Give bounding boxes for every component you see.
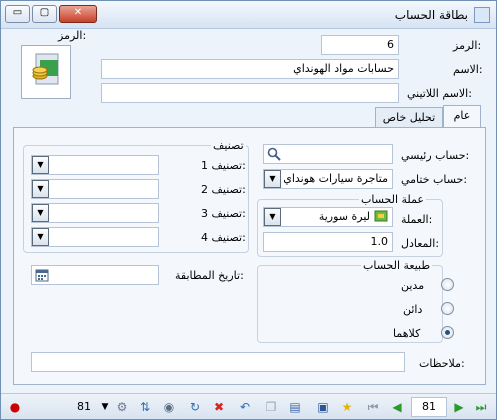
final-account-dropdown-button[interactable]: ▼ [264, 170, 281, 188]
classification-1-combo[interactable] [31, 155, 159, 175]
notes-field[interactable] [31, 352, 405, 372]
account-picture[interactable] [21, 45, 71, 99]
final-account-combo[interactable]: متاجرة سيارات هونداي [263, 169, 393, 189]
view-icon[interactable]: ◉ [161, 399, 177, 415]
classification-4-label: تصنيف 4: [201, 231, 246, 244]
sort-icon[interactable]: ⇅ [137, 399, 153, 415]
navigation-bar: ● 81 ▼ ⚙ ⇅ ◉ ↻ ✖ ↶ ❐ ▤ ▣ ★ ⏮ ◀ 81 ▶ ⏭ [1, 393, 496, 419]
close-button[interactable]: ✕ [59, 5, 97, 23]
match-date-label: تاريخ المطابقة: [175, 269, 244, 282]
money-icon [32, 53, 59, 85]
code-field[interactable]: 6 [321, 35, 399, 55]
nature-both-label: كلاهما [393, 327, 421, 340]
classification-1-label: تصنيف 1: [201, 159, 246, 172]
refresh-icon[interactable]: ↻ [187, 399, 203, 415]
code-label: الرمز: [453, 39, 482, 52]
name-label: الاسم: [453, 63, 483, 76]
classification-title: تصنيف [211, 139, 246, 152]
nature-both-radio[interactable] [441, 326, 454, 339]
rate-field[interactable]: 1.0 [263, 232, 393, 252]
error-icon: ● [9, 400, 21, 414]
classification-4-combo[interactable] [31, 227, 159, 247]
name-field[interactable]: حسابات مواد الهونداي [101, 59, 399, 79]
nature-credit-label: دائن [403, 303, 423, 316]
save-icon[interactable]: ▣ [315, 399, 331, 415]
classification-1-dropdown-button[interactable]: ▼ [32, 156, 49, 174]
first-record-icon[interactable]: ⏮ [365, 399, 381, 415]
account-nature-title: طبيعة الحساب [361, 259, 433, 272]
classification-4-dropdown-button[interactable]: ▼ [32, 228, 49, 246]
currency-icon [374, 210, 388, 222]
window-title: بطاقة الحساب [394, 8, 468, 22]
tools-icon[interactable]: ▼ [97, 399, 113, 415]
minimize-button[interactable]: ▭ [5, 5, 30, 23]
undo-icon[interactable]: ↶ [237, 399, 253, 415]
classification-3-label: تصنيف 3: [201, 207, 246, 220]
final-account-label: حساب ختامي: [401, 173, 468, 186]
currency-label: العملة: [401, 213, 433, 226]
settings-icon[interactable]: ⚙ [114, 399, 130, 415]
nature-credit-radio[interactable] [441, 302, 454, 315]
classification-3-dropdown-button[interactable]: ▼ [32, 204, 49, 222]
tab-general[interactable]: عام [443, 105, 481, 128]
title-bar[interactable]: ▭ ▢ ✕ بطاقة الحساب [1, 1, 496, 29]
tab-special-analysis[interactable]: تحليل خاص [375, 107, 443, 128]
app-icon [474, 7, 490, 23]
main-account-field[interactable] [263, 144, 393, 164]
record-number-field[interactable]: 81 [411, 397, 447, 417]
previous-record-icon[interactable]: ◀ [389, 399, 405, 415]
bookmark-icon[interactable]: ★ [339, 399, 355, 415]
classification-2-combo[interactable] [31, 179, 159, 199]
calendar-icon[interactable] [35, 268, 49, 282]
notes-label: ملاحظات: [419, 357, 465, 370]
copy-icon[interactable]: ❐ [263, 399, 279, 415]
record-count: 81 [77, 400, 91, 413]
symbol-label: الرمز: [58, 29, 87, 42]
classification-2-dropdown-button[interactable]: ▼ [32, 180, 49, 198]
latin-name-label: الاسم اللاتيني: [407, 87, 472, 100]
next-record-icon[interactable]: ▶ [451, 399, 467, 415]
cancel-icon[interactable]: ✖ [211, 399, 227, 415]
last-record-icon[interactable]: ⏭ [473, 399, 489, 415]
currency-group-title: عملة الحساب [359, 193, 426, 206]
main-account-label: حساب رئيسي: [401, 149, 470, 162]
restore-button[interactable]: ▢ [32, 5, 57, 23]
account-card-window: ▭ ▢ ✕ بطاقة الحساب الرمز: الرمز: 6 الاسم… [0, 0, 497, 420]
rate-label: المعادل: [401, 237, 440, 250]
classification-3-combo[interactable] [31, 203, 159, 223]
nature-debit-radio[interactable] [441, 278, 454, 291]
currency-dropdown-button[interactable]: ▼ [264, 208, 281, 226]
search-icon[interactable] [267, 147, 281, 161]
paste-icon[interactable]: ▤ [287, 399, 303, 415]
latin-name-field[interactable] [101, 83, 399, 103]
match-date-field[interactable] [31, 265, 159, 285]
classification-2-label: تصنيف 2: [201, 183, 246, 196]
nature-debit-label: مدين [401, 279, 425, 292]
